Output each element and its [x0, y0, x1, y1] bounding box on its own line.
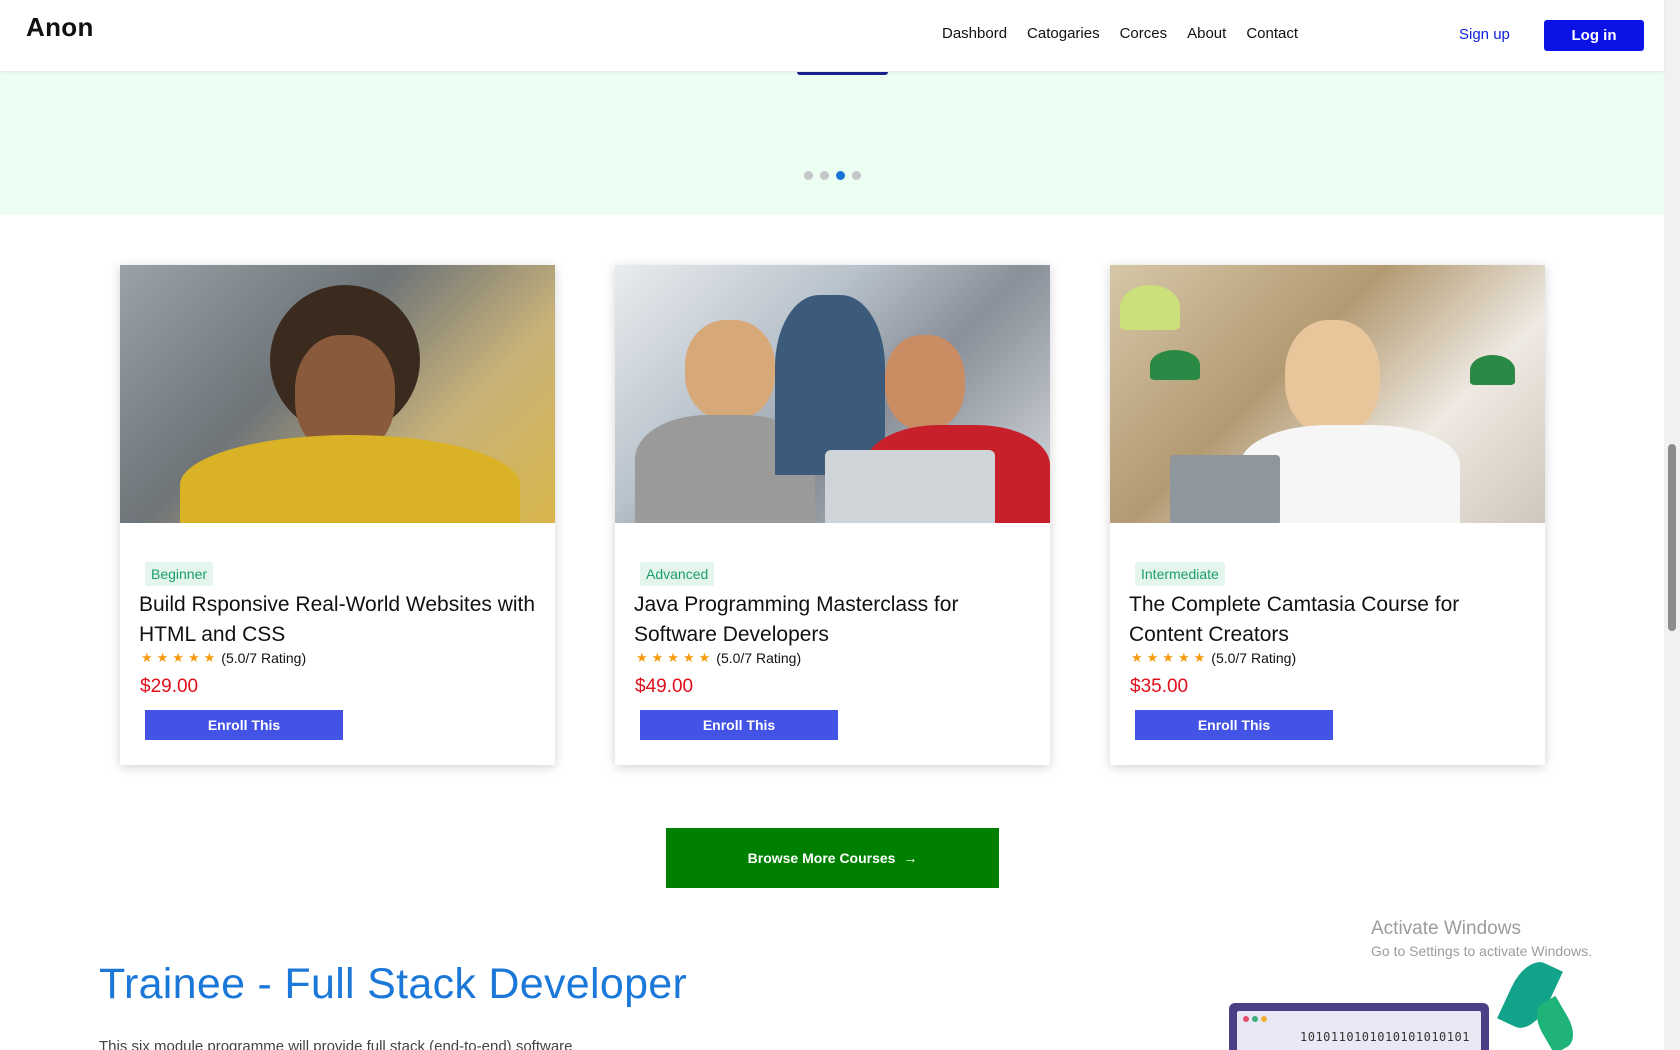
- course-image-student-yellow-shirt: [120, 265, 555, 523]
- brand-logo[interactable]: Anon: [26, 12, 94, 43]
- rating-text: (5.0/7 Rating): [221, 650, 307, 666]
- enroll-button[interactable]: Enroll This: [1135, 710, 1333, 740]
- course-rating: ★★★★★ (5.0/7 Rating): [141, 650, 306, 666]
- login-button[interactable]: Log in: [1544, 20, 1644, 51]
- nav-link-contact[interactable]: Contact: [1246, 25, 1298, 42]
- nav-link-dashbord[interactable]: Dashbord: [942, 25, 1007, 42]
- nav-link-corces[interactable]: Corces: [1120, 25, 1168, 42]
- laptop-shape: [1170, 455, 1280, 523]
- section-description: This six module programme will provide f…: [99, 1038, 573, 1050]
- section-title: Trainee - Full Stack Developer: [99, 960, 688, 1008]
- enroll-button[interactable]: Enroll This: [640, 710, 838, 740]
- course-rating: ★★★★★ (5.0/7 Rating): [1131, 650, 1296, 666]
- plaid-shirt-shape: [775, 295, 885, 475]
- rating-text: (5.0/7 Rating): [716, 650, 802, 666]
- navbar: Anon Dashbord Catogaries Corces About Co…: [0, 0, 1664, 72]
- window-dot-icon: [1252, 1016, 1258, 1022]
- course-price: $49.00: [635, 676, 694, 697]
- course-cards: Beginner Build Rsponsive Real-World Webs…: [120, 265, 1545, 765]
- nav-link-about[interactable]: About: [1187, 25, 1226, 42]
- shirt-shape: [180, 435, 520, 523]
- level-badge: Intermediate: [1135, 562, 1225, 586]
- star-icons: ★★★★★: [141, 650, 220, 665]
- star-icons: ★★★★★: [636, 650, 715, 665]
- course-price: $29.00: [140, 676, 199, 697]
- hero-carousel: [0, 72, 1664, 215]
- course-image-students-laptop: [615, 265, 1050, 523]
- green-lamp-shape: [1150, 350, 1200, 380]
- course-card[interactable]: Advanced Java Programming Masterclass fo…: [615, 265, 1050, 765]
- binary-text: 1010110101010101010101: [1300, 1030, 1470, 1044]
- nav-link-catogaries[interactable]: Catogaries: [1027, 25, 1100, 42]
- course-image-woman-library: [1110, 265, 1545, 523]
- scrollbar[interactable]: [1664, 0, 1680, 1050]
- course-title[interactable]: Java Programming Masterclass for Softwar…: [634, 590, 1034, 650]
- monitor-screen: 1010110101010101010101: [1237, 1011, 1481, 1050]
- activate-windows-title: Activate Windows: [1371, 918, 1521, 939]
- carousel-dots: [804, 171, 861, 180]
- course-rating: ★★★★★ (5.0/7 Rating): [636, 650, 801, 666]
- laptop-shape: [825, 450, 995, 523]
- carousel-dot-3[interactable]: [836, 171, 845, 180]
- window-dot-icon: [1261, 1016, 1267, 1022]
- course-title[interactable]: The Complete Camtasia Course for Content…: [1129, 590, 1529, 650]
- window-dot-icon: [1243, 1016, 1249, 1022]
- green-lamp-shape: [1470, 355, 1515, 385]
- carousel-dot-4[interactable]: [852, 171, 861, 180]
- course-card[interactable]: Intermediate The Complete Camtasia Cours…: [1110, 265, 1545, 765]
- hero-button-edge[interactable]: [797, 72, 888, 75]
- level-badge: Advanced: [640, 562, 715, 586]
- star-icons: ★★★★★: [1131, 650, 1210, 665]
- scrollbar-thumb[interactable]: [1668, 444, 1676, 631]
- enroll-button[interactable]: Enroll This: [145, 710, 343, 740]
- course-price: $35.00: [1130, 676, 1189, 697]
- monitor-shape: 1010110101010101010101: [1229, 1003, 1489, 1050]
- level-badge: Beginner: [145, 562, 214, 586]
- course-title[interactable]: Build Rsponsive Real-World Websites with…: [139, 590, 539, 650]
- signup-link[interactable]: Sign up: [1459, 26, 1510, 43]
- developer-illustration: 1010110101010101010101: [1210, 954, 1581, 1050]
- carousel-dot-2[interactable]: [820, 171, 829, 180]
- browse-more-courses-button[interactable]: Browse More Courses →: [666, 828, 999, 888]
- browse-label: Browse More Courses: [747, 850, 896, 866]
- face-shape: [885, 335, 965, 430]
- carousel-dot-1[interactable]: [804, 171, 813, 180]
- face-shape: [1285, 320, 1380, 435]
- rating-text: (5.0/7 Rating): [1211, 650, 1297, 666]
- nav-links: Dashbord Catogaries Corces About Contact: [942, 25, 1298, 42]
- course-card[interactable]: Beginner Build Rsponsive Real-World Webs…: [120, 265, 555, 765]
- lamp-shape: [1120, 285, 1180, 330]
- face-shape: [685, 320, 775, 420]
- arrow-right-icon: →: [903, 850, 918, 866]
